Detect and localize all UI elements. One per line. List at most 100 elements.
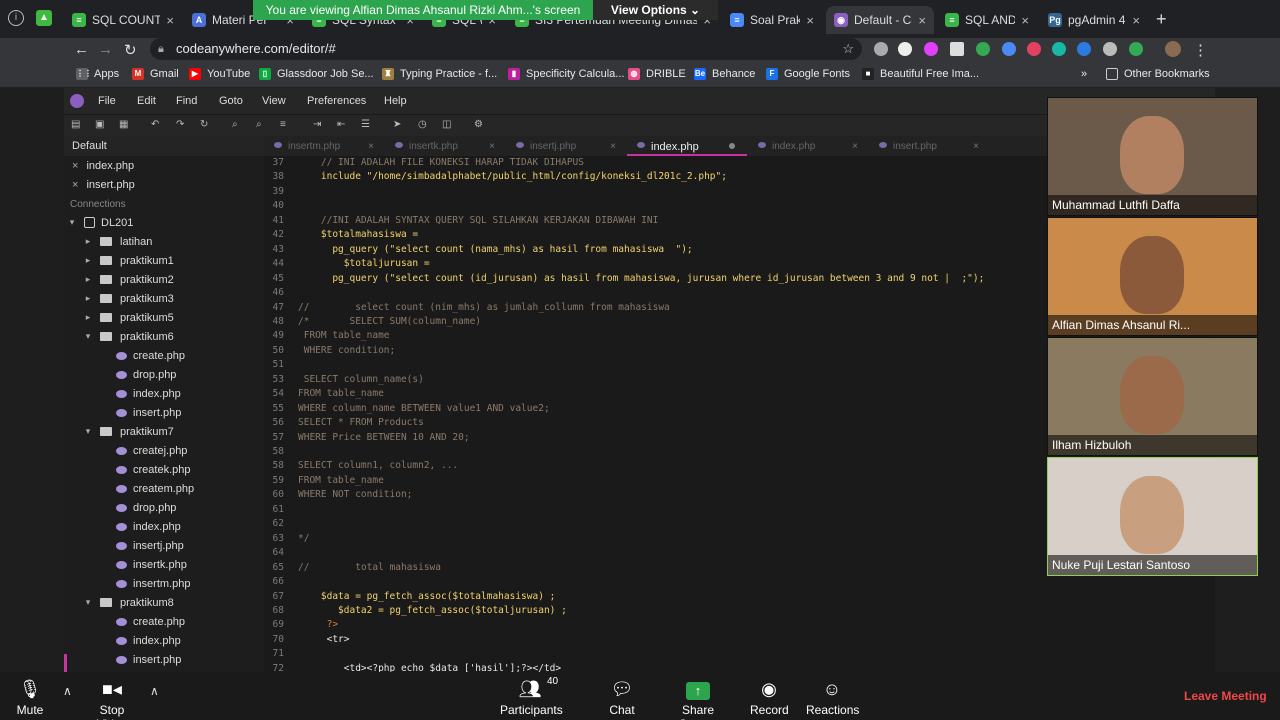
browser-tab[interactable]: Pg pgAdmin 4 × <box>1040 6 1148 34</box>
chevron-right-icon[interactable]: ▸ <box>82 236 94 247</box>
folder-item[interactable]: ▸ praktikum2 <box>64 270 264 289</box>
menu-preferences[interactable]: Preferences <box>307 95 366 107</box>
video-options-caret-icon[interactable]: ∧ <box>150 684 159 698</box>
file-item[interactable]: insert.php <box>64 403 264 422</box>
editor-tab[interactable]: index.php × <box>748 136 868 156</box>
undo-icon[interactable]: ↶ <box>151 120 161 130</box>
leave-meeting-button[interactable]: Leave Meeting <box>1184 689 1267 703</box>
file-item[interactable]: index.php <box>64 384 264 403</box>
bookmark-item[interactable]: Be Behance <box>694 68 755 80</box>
bookmarks-more-button[interactable]: » <box>1081 68 1087 80</box>
bookmark-item[interactable]: ■ Beautiful Free Ima... <box>862 68 979 80</box>
menu-help[interactable]: Help <box>384 95 407 107</box>
participants-button[interactable]: 👥︎ Participants <box>500 678 563 717</box>
list-icon[interactable]: ≡ <box>280 120 290 130</box>
share-screen-button[interactable]: ↑ Share Screen <box>665 678 731 720</box>
file-item[interactable]: index.php <box>64 631 264 650</box>
editor-tab-close-icon[interactable]: × <box>489 141 495 152</box>
indent-icon[interactable]: ⇥ <box>313 120 323 130</box>
profile-avatar[interactable] <box>1165 41 1181 57</box>
reactions-button[interactable]: ☺ Reactions <box>806 678 859 717</box>
info-icon[interactable]: i <box>8 10 24 26</box>
chevron-down-icon[interactable]: ▾ <box>82 597 94 608</box>
folder-item[interactable]: ▾ praktikum7 <box>64 422 264 441</box>
editor-tab[interactable]: insertk.php × <box>385 136 505 156</box>
file-item[interactable]: insertj.php <box>64 536 264 555</box>
chevron-right-icon[interactable]: ▸ <box>82 293 94 304</box>
new-file-icon[interactable]: ▤ <box>71 120 81 130</box>
chevron-right-icon[interactable]: ▸ <box>82 255 94 266</box>
run-icon[interactable]: ➤ <box>393 120 403 130</box>
participant-video[interactable]: Alfian Dimas Ahsanul Ri... <box>1047 217 1258 336</box>
tab-close-icon[interactable]: × <box>806 13 814 28</box>
folder-item[interactable]: ▸ praktikum5 <box>64 308 264 327</box>
menu-file[interactable]: File <box>98 95 116 107</box>
refresh-icon[interactable]: ↻ <box>200 120 210 130</box>
participant-video[interactable]: Ilham Hizbuloh <box>1047 337 1258 456</box>
menu-goto[interactable]: Goto <box>219 95 243 107</box>
browser-tab[interactable]: ≡ Soal Praktik × <box>722 6 822 34</box>
folder-item[interactable]: ▾ praktikum8 <box>64 593 264 612</box>
redo-icon[interactable]: ↷ <box>176 120 186 130</box>
file-item[interactable]: insertk.php <box>64 555 264 574</box>
editor-tab-close-icon[interactable]: × <box>973 141 979 152</box>
extension-blue-icon[interactable] <box>1002 42 1016 56</box>
preview-icon[interactable]: ◫ <box>442 120 452 130</box>
extension-gear-icon[interactable] <box>874 42 888 56</box>
bookmark-item[interactable]: ▶ YouTube <box>189 68 250 80</box>
stop-video-button[interactable]: ■◂ Stop Video <box>84 678 140 720</box>
participant-video[interactable]: Muhammad Luthfi Daffa <box>1047 97 1258 216</box>
folder-item[interactable]: ▸ praktikum1 <box>64 251 264 270</box>
reload-icon[interactable]: ↻ <box>124 41 137 59</box>
file-item[interactable]: createk.php <box>64 460 264 479</box>
mute-button[interactable]: 🎙︎ Mute <box>14 678 46 717</box>
extension-instagram-icon[interactable] <box>1027 42 1041 56</box>
url-field[interactable]: 🔒︎ codeanywhere.com/editor/# ☆ <box>150 38 862 60</box>
folder-item[interactable]: ▸ praktikum3 <box>64 289 264 308</box>
back-icon[interactable]: ← <box>74 41 89 58</box>
editor-tab-close-icon[interactable]: × <box>368 141 374 152</box>
record-button[interactable]: ◉ Record <box>750 678 789 717</box>
file-item[interactable]: index.php <box>64 517 264 536</box>
open-file-item[interactable]: × index.php <box>64 156 264 175</box>
folder-item[interactable]: ▸ latihan <box>64 232 264 251</box>
chevron-down-icon[interactable]: ▾ <box>82 426 94 437</box>
extension-teal-icon[interactable] <box>1052 42 1066 56</box>
other-bookmarks[interactable]: Other Bookmarks <box>1106 68 1210 80</box>
bookmark-item[interactable]: M Gmail <box>132 68 179 80</box>
outdent-icon[interactable]: ⇤ <box>337 120 347 130</box>
save-all-icon[interactable]: ▦ <box>119 120 129 130</box>
align-icon[interactable]: ☰ <box>361 120 371 130</box>
participant-video[interactable]: Nuke Puji Lestari Santoso <box>1047 457 1258 576</box>
bookmark-star-icon[interactable]: ☆ <box>842 38 854 60</box>
file-item[interactable]: create.php <box>64 612 264 631</box>
save-icon[interactable]: ▣ <box>95 120 105 130</box>
chevron-down-icon[interactable]: ▾ <box>82 331 94 342</box>
new-tab-plus-icon[interactable]: + <box>1156 10 1167 28</box>
browser-menu-icon[interactable]: ⋮ <box>1193 41 1208 59</box>
bookmark-item[interactable]: ◍ DRIBLE <box>628 68 686 80</box>
history-icon[interactable]: ◷ <box>418 120 428 130</box>
editor-tab-close-icon[interactable]: × <box>852 141 858 152</box>
file-item[interactable]: drop.php <box>64 498 264 517</box>
file-item[interactable]: insert.php <box>64 650 264 669</box>
file-item[interactable]: createm.php <box>64 479 264 498</box>
editor-tab-close-icon[interactable]: × <box>610 141 616 152</box>
settings-gear-icon[interactable]: ⚙ <box>474 120 484 130</box>
chat-button[interactable]: 💬︎ Chat <box>606 678 638 717</box>
tab-close-icon[interactable]: × <box>918 13 926 28</box>
tab-close-icon[interactable]: × <box>1021 13 1029 28</box>
file-item[interactable]: create.php <box>64 346 264 365</box>
bookmark-item[interactable]: F Google Fonts <box>766 68 850 80</box>
extension-f-icon[interactable] <box>898 42 912 56</box>
audio-options-caret-icon[interactable]: ∧ <box>63 684 72 698</box>
bookmark-item[interactable]: ▮ Specificity Calcula... <box>508 68 624 80</box>
file-item[interactable]: drop.php <box>64 365 264 384</box>
extension-grammarly-icon[interactable] <box>1129 42 1143 56</box>
menu-edit[interactable]: Edit <box>137 95 156 107</box>
bookmark-item[interactable]: ⋮⋮ Apps <box>76 68 119 80</box>
browser-tab[interactable]: ◉ Default - Co × <box>826 6 934 34</box>
secure-lock-icon[interactable]: ▲ <box>36 10 52 26</box>
editor-tab[interactable]: index.php <box>627 136 747 156</box>
file-item[interactable]: createj.php <box>64 441 264 460</box>
